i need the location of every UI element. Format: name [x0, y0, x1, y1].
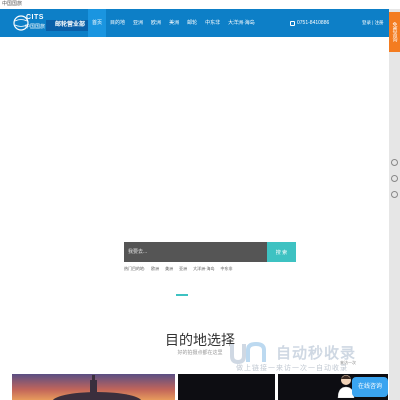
online-chat-button[interactable]: 在线咨询 — [352, 377, 388, 397]
site-logo[interactable]: CITS 中国国旅 邮轮营业部 — [12, 12, 94, 34]
destination-card[interactable] — [178, 374, 275, 400]
search-bar: 搜 索 — [124, 242, 296, 262]
search-button[interactable]: 搜 索 — [267, 242, 296, 262]
nav-item-americas[interactable]: 美洲 — [165, 9, 183, 37]
nav-item-asia[interactable]: 亚洲 — [129, 9, 147, 37]
watermark-small-text: 做上链接一来访一次一自动收录 — [236, 365, 348, 372]
phone-icon — [290, 20, 295, 26]
logo-text-cits: CITS — [26, 14, 44, 21]
watermark-logo-icon — [230, 341, 266, 365]
hill-shape — [52, 392, 142, 400]
hot-link[interactable]: 美洲 — [165, 266, 173, 272]
hot-label: 热门目的地: — [124, 266, 146, 271]
watermark: 自动秒收录 做上链接一来访一次一自动收录 — [228, 338, 388, 374]
hot-link[interactable]: 欧洲 — [151, 266, 159, 272]
tower-spire — [92, 375, 95, 381]
phone-number: 0751-8410886 — [297, 20, 330, 26]
window-titlebar: 中国国旅 — [0, 0, 400, 9]
login-register-link[interactable]: 登录 | 注册 — [362, 9, 384, 37]
site-header: CITS 中国国旅 邮轮营业部 首页 目的地 亚洲 欧洲 美洲 邮轮 中东非 大… — [0, 9, 400, 37]
main-nav: 首页 目的地 亚洲 欧洲 美洲 邮轮 中东非 大洋洲·海岛 — [88, 9, 259, 37]
phone-contact: 0751-8410886 — [290, 9, 329, 37]
logo-text-cn: 中国国旅 — [25, 24, 46, 30]
wechat-icon[interactable] — [391, 191, 398, 198]
nav-item-europe[interactable]: 欧洲 — [147, 9, 165, 37]
user-icon[interactable] — [391, 159, 398, 166]
free-consult-button[interactable]: 免费咨询 — [389, 12, 400, 52]
message-icon[interactable] — [391, 175, 398, 182]
slider-indicator[interactable] — [176, 294, 188, 296]
visitor-text: 来访一次 — [340, 360, 356, 365]
search-input[interactable] — [124, 242, 267, 262]
window-title: 中国国旅 — [2, 1, 23, 7]
logo-branch-name: 邮轮营业部 — [46, 20, 94, 31]
nav-item-destinations[interactable]: 目的地 — [106, 9, 129, 37]
hot-destinations: 热门目的地: 欧洲 美洲 亚洲 大洋洲·海岛 中东非 — [124, 266, 238, 272]
nav-item-middle-east-africa[interactable]: 中东非 — [201, 9, 224, 37]
nav-item-oceania-islands[interactable]: 大洋洲·海岛 — [224, 9, 259, 37]
destination-card[interactable] — [12, 374, 175, 400]
hot-link[interactable]: 中东非 — [220, 266, 232, 272]
nav-item-home[interactable]: 首页 — [88, 9, 107, 37]
tower-shape — [90, 380, 97, 400]
hot-link[interactable]: 大洋洲·海岛 — [193, 266, 214, 272]
hot-link[interactable]: 亚洲 — [179, 266, 187, 272]
nav-item-cruise[interactable]: 邮轮 — [183, 9, 201, 37]
